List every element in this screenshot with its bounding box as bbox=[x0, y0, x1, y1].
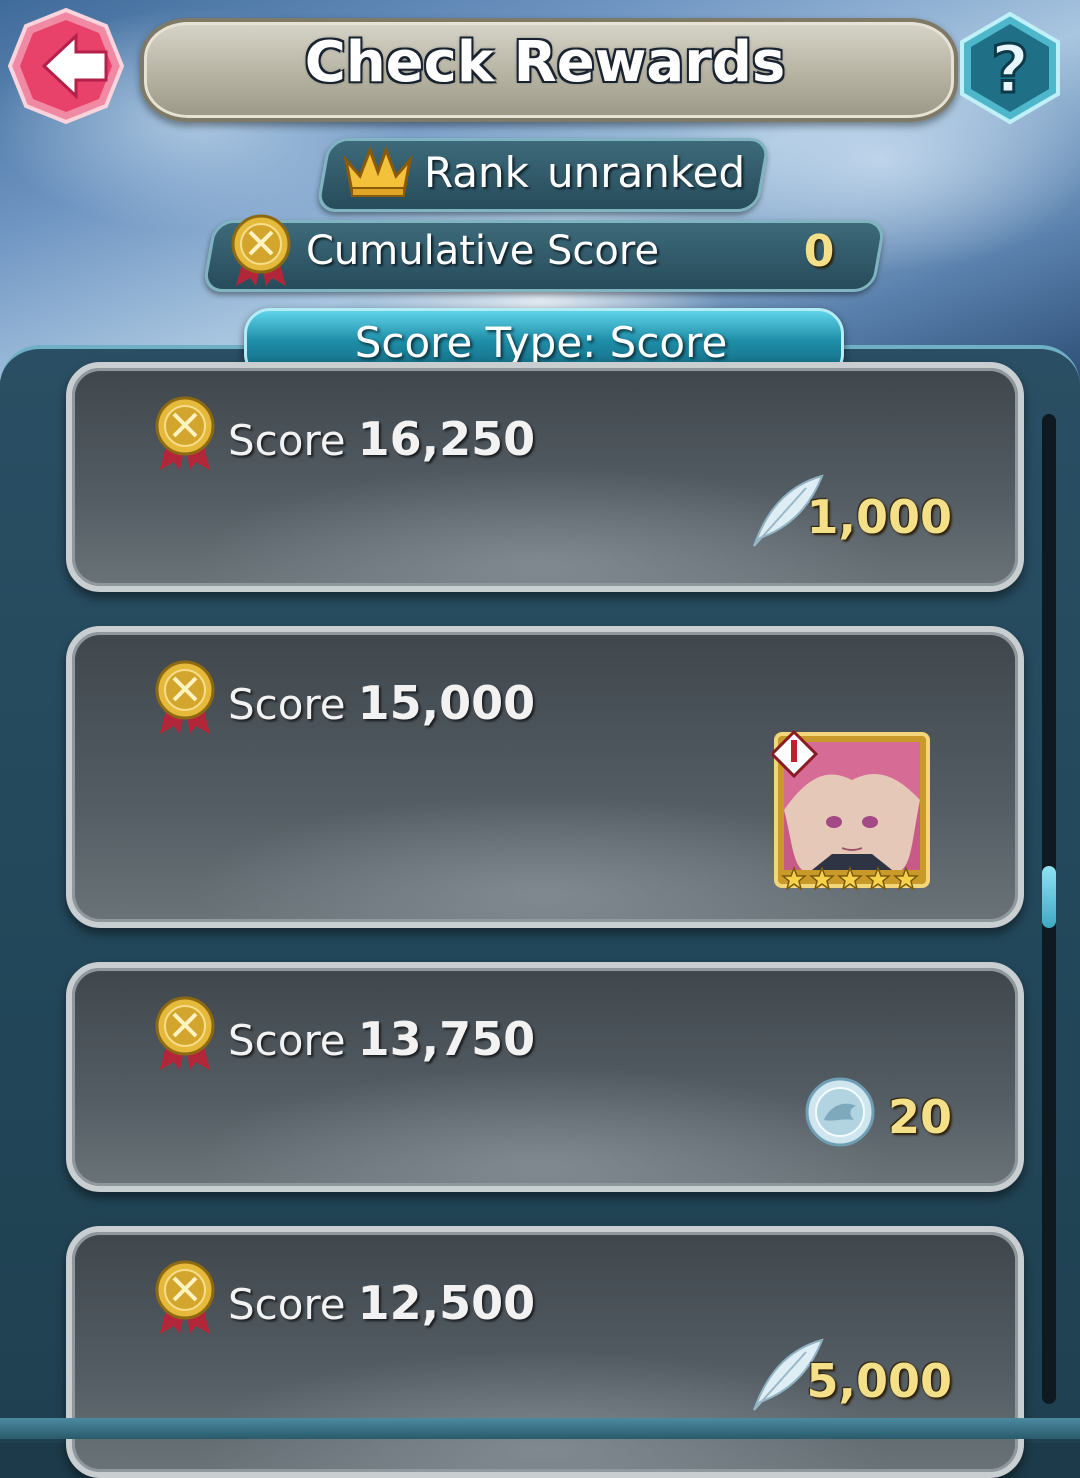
score-medal-icon bbox=[231, 214, 291, 286]
reward-card: Score 12,500 5,000 bbox=[66, 1226, 1024, 1478]
score-threshold: Score 15,000 bbox=[228, 676, 535, 730]
score-value: 12,500 bbox=[357, 1276, 536, 1330]
score-medal-icon bbox=[155, 396, 215, 470]
rank-label: Rank unranked bbox=[424, 148, 745, 197]
back-arrow-icon bbox=[7, 7, 125, 125]
reward-amount: 20 bbox=[887, 1090, 952, 1144]
score-threshold: Score 13,750 bbox=[228, 1012, 535, 1066]
badge-coin-icon bbox=[805, 1077, 875, 1147]
score-threshold: Score 12,500 bbox=[228, 1276, 535, 1330]
score-threshold: Score 16,250 bbox=[228, 412, 535, 466]
page-title: Check Rewards bbox=[304, 30, 786, 95]
score-value: 16,250 bbox=[357, 412, 536, 466]
bottom-nav-edge bbox=[0, 1418, 1080, 1439]
score-medal-icon bbox=[155, 1260, 215, 1334]
cumulative-score-label: Cumulative Score bbox=[306, 228, 660, 274]
score-word: Score bbox=[228, 416, 346, 465]
score-word: Score bbox=[228, 1016, 346, 1065]
rank-value: unranked bbox=[546, 148, 746, 197]
rank-title: Rank bbox=[424, 148, 529, 197]
reward-amount: 5,000 bbox=[806, 1354, 952, 1408]
reward-card: Score 15,000 bbox=[66, 626, 1024, 928]
score-medal-icon bbox=[155, 996, 215, 1070]
help-button[interactable]: ? bbox=[950, 8, 1070, 128]
hero-portrait-icon[interactable] bbox=[772, 730, 932, 890]
cumulative-score-value: 0 bbox=[803, 226, 835, 277]
help-icon: ? bbox=[960, 11, 1060, 125]
scrollbar-thumb[interactable] bbox=[1042, 866, 1056, 928]
score-medal-icon bbox=[155, 660, 215, 734]
score-word: Score bbox=[228, 680, 346, 729]
reward-card: Score 13,750 20 bbox=[66, 962, 1024, 1192]
score-value: 15,000 bbox=[357, 676, 536, 730]
reward-amount: 1,000 bbox=[806, 490, 952, 544]
back-button[interactable] bbox=[6, 6, 126, 126]
svg-text:?: ? bbox=[991, 31, 1029, 108]
crown-icon bbox=[343, 145, 413, 197]
reward-card: Score 16,250 1,000 bbox=[66, 362, 1024, 592]
score-value: 13,750 bbox=[357, 1012, 536, 1066]
score-type-label: Score Type: Score bbox=[354, 318, 728, 367]
score-word: Score bbox=[228, 1280, 346, 1329]
